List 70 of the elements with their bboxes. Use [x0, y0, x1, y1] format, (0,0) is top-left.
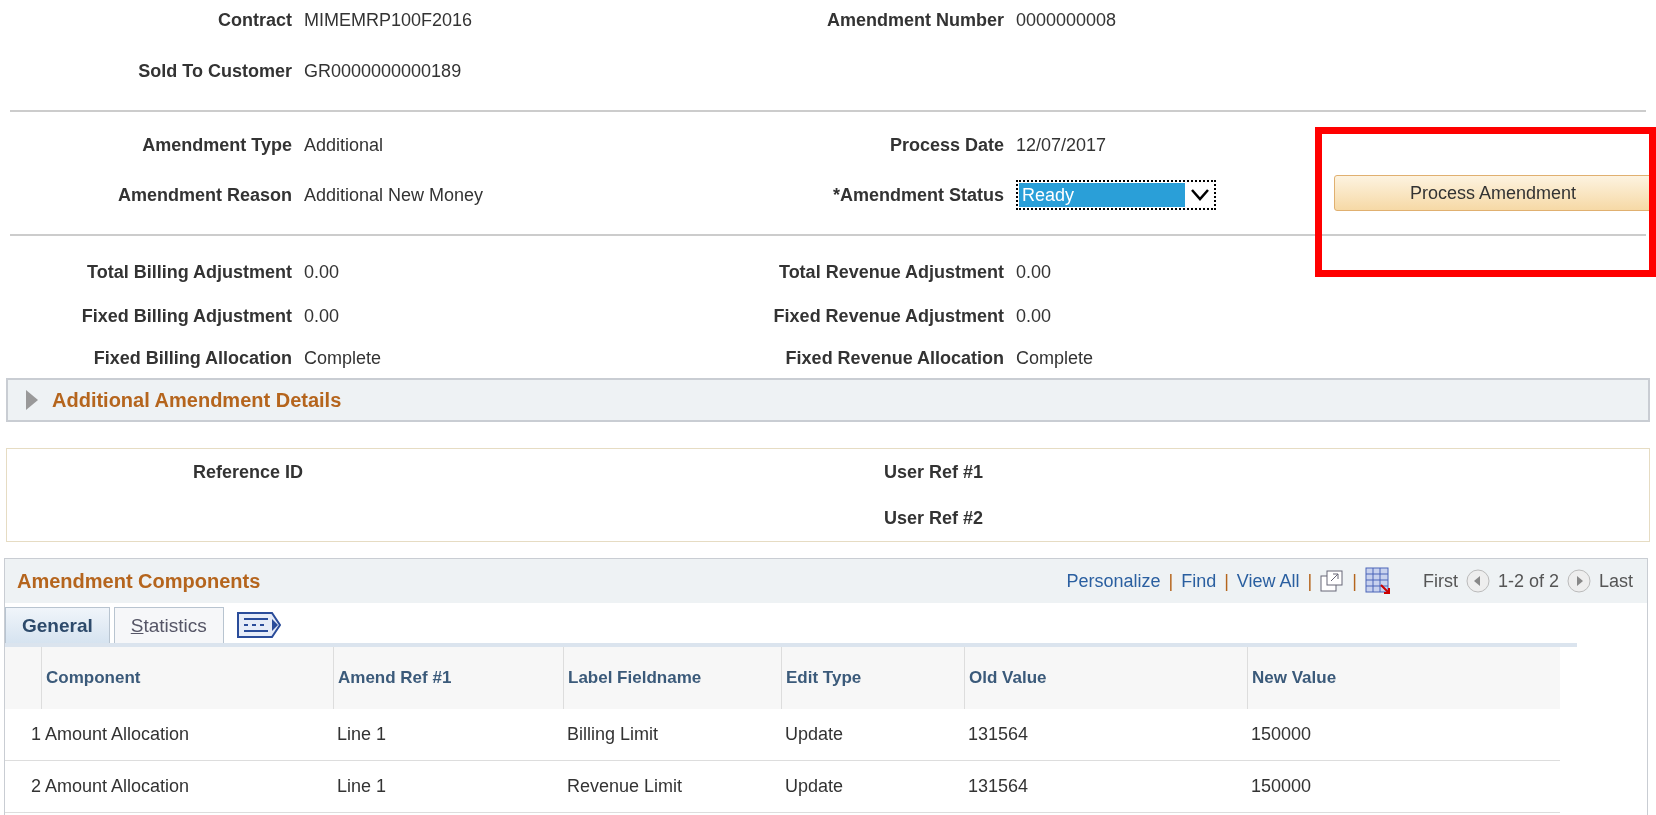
new-window-icon[interactable]: [1320, 570, 1345, 592]
field-label: Process Date: [888, 134, 1004, 156]
expand-triangle-icon: [26, 390, 38, 410]
show-all-columns-icon[interactable]: [235, 611, 282, 639]
field-label: Sold To Customer: [137, 60, 292, 82]
table-cell: Amount Allocation: [41, 761, 333, 813]
table-cell: Update: [781, 709, 964, 761]
view-all-link[interactable]: View All: [1236, 570, 1300, 592]
separator: |: [1168, 570, 1174, 592]
table-cell: Billing Limit: [563, 709, 781, 761]
table-cell: Revenue Limit: [563, 761, 781, 813]
table-cell: Amount Allocation: [41, 709, 333, 761]
separator: |: [1352, 570, 1357, 592]
row-number: 1: [5, 709, 41, 761]
row-number-header: [5, 647, 41, 709]
grid-tab[interactable]: General: [5, 607, 110, 643]
table-cell: Line 1: [333, 761, 563, 813]
first-label: First: [1422, 570, 1458, 592]
spreadsheet-download-icon[interactable]: [1364, 567, 1391, 595]
field-label: User Ref #1: [882, 461, 983, 483]
field-value: Complete: [1016, 347, 1095, 369]
column-header: New Value: [1247, 647, 1560, 709]
chevron-down-icon: [1190, 188, 1210, 202]
field-value: Additional New Money: [304, 184, 485, 206]
table-cell: 131564: [964, 709, 1247, 761]
field-value: GR0000000000189: [304, 60, 463, 82]
field-value: 0.00: [304, 305, 341, 327]
table-cell: 131564: [964, 761, 1247, 813]
grid-tab[interactable]: Statistics: [113, 607, 224, 643]
field-label: Amendment Number: [825, 9, 1004, 31]
separator: |: [1224, 570, 1229, 592]
column-header: Component: [41, 647, 333, 709]
find-link[interactable]: Find: [1181, 570, 1217, 592]
field-label: Total Billing Adjustment: [86, 261, 292, 283]
field-label: Total Revenue Adjustment: [777, 261, 1004, 283]
row-number: 2: [5, 761, 41, 813]
table-cell: 150000: [1247, 761, 1560, 813]
field-label: Fixed Billing Allocation: [92, 347, 292, 369]
table-cell: Line 1: [333, 709, 563, 761]
field-value: 0.00: [1016, 305, 1053, 327]
table-cell: Update: [781, 761, 964, 813]
field-label: User Ref #2: [882, 507, 983, 529]
column-header: Edit Type: [781, 647, 964, 709]
process-amendment-button[interactable]: Process Amendment: [1334, 175, 1652, 211]
page-range: 1-2 of 2: [1497, 570, 1559, 592]
field-label: Fixed Revenue Allocation: [784, 347, 1004, 369]
last-label: Last: [1598, 570, 1633, 592]
field-value: 0000000008: [1016, 9, 1118, 31]
separator: |: [1307, 570, 1313, 592]
field-value: MIMEMRP100F2016: [304, 9, 474, 31]
status-dropdown[interactable]: Ready: [1016, 180, 1216, 210]
field-label: Reference ID: [191, 461, 303, 483]
column-header: Amend Ref #1: [333, 647, 563, 709]
column-header: Label Fieldname: [563, 647, 781, 709]
field-label: Contract: [217, 9, 292, 31]
table-cell: 150000: [1247, 709, 1560, 761]
grid-title: Amendment Components: [17, 569, 261, 593]
field-label: *Amendment Status: [831, 184, 1004, 206]
field-value: 0.00: [1016, 261, 1053, 283]
field-label: Fixed Billing Adjustment: [80, 305, 292, 327]
field-value: 0.00: [304, 261, 341, 283]
personalize-link[interactable]: Personalize: [1066, 570, 1161, 592]
field-label: Amendment Type: [141, 134, 292, 156]
field-value: 12/07/2017: [1016, 134, 1108, 156]
field-value: Complete: [304, 347, 383, 369]
column-header: Old Value: [964, 647, 1247, 709]
collapsible-section-header[interactable]: Additional Amendment Details: [6, 378, 1650, 422]
field-label: Fixed Revenue Adjustment: [772, 305, 1004, 327]
field-value: Additional: [304, 134, 385, 156]
field-label: Amendment Reason: [116, 184, 292, 206]
